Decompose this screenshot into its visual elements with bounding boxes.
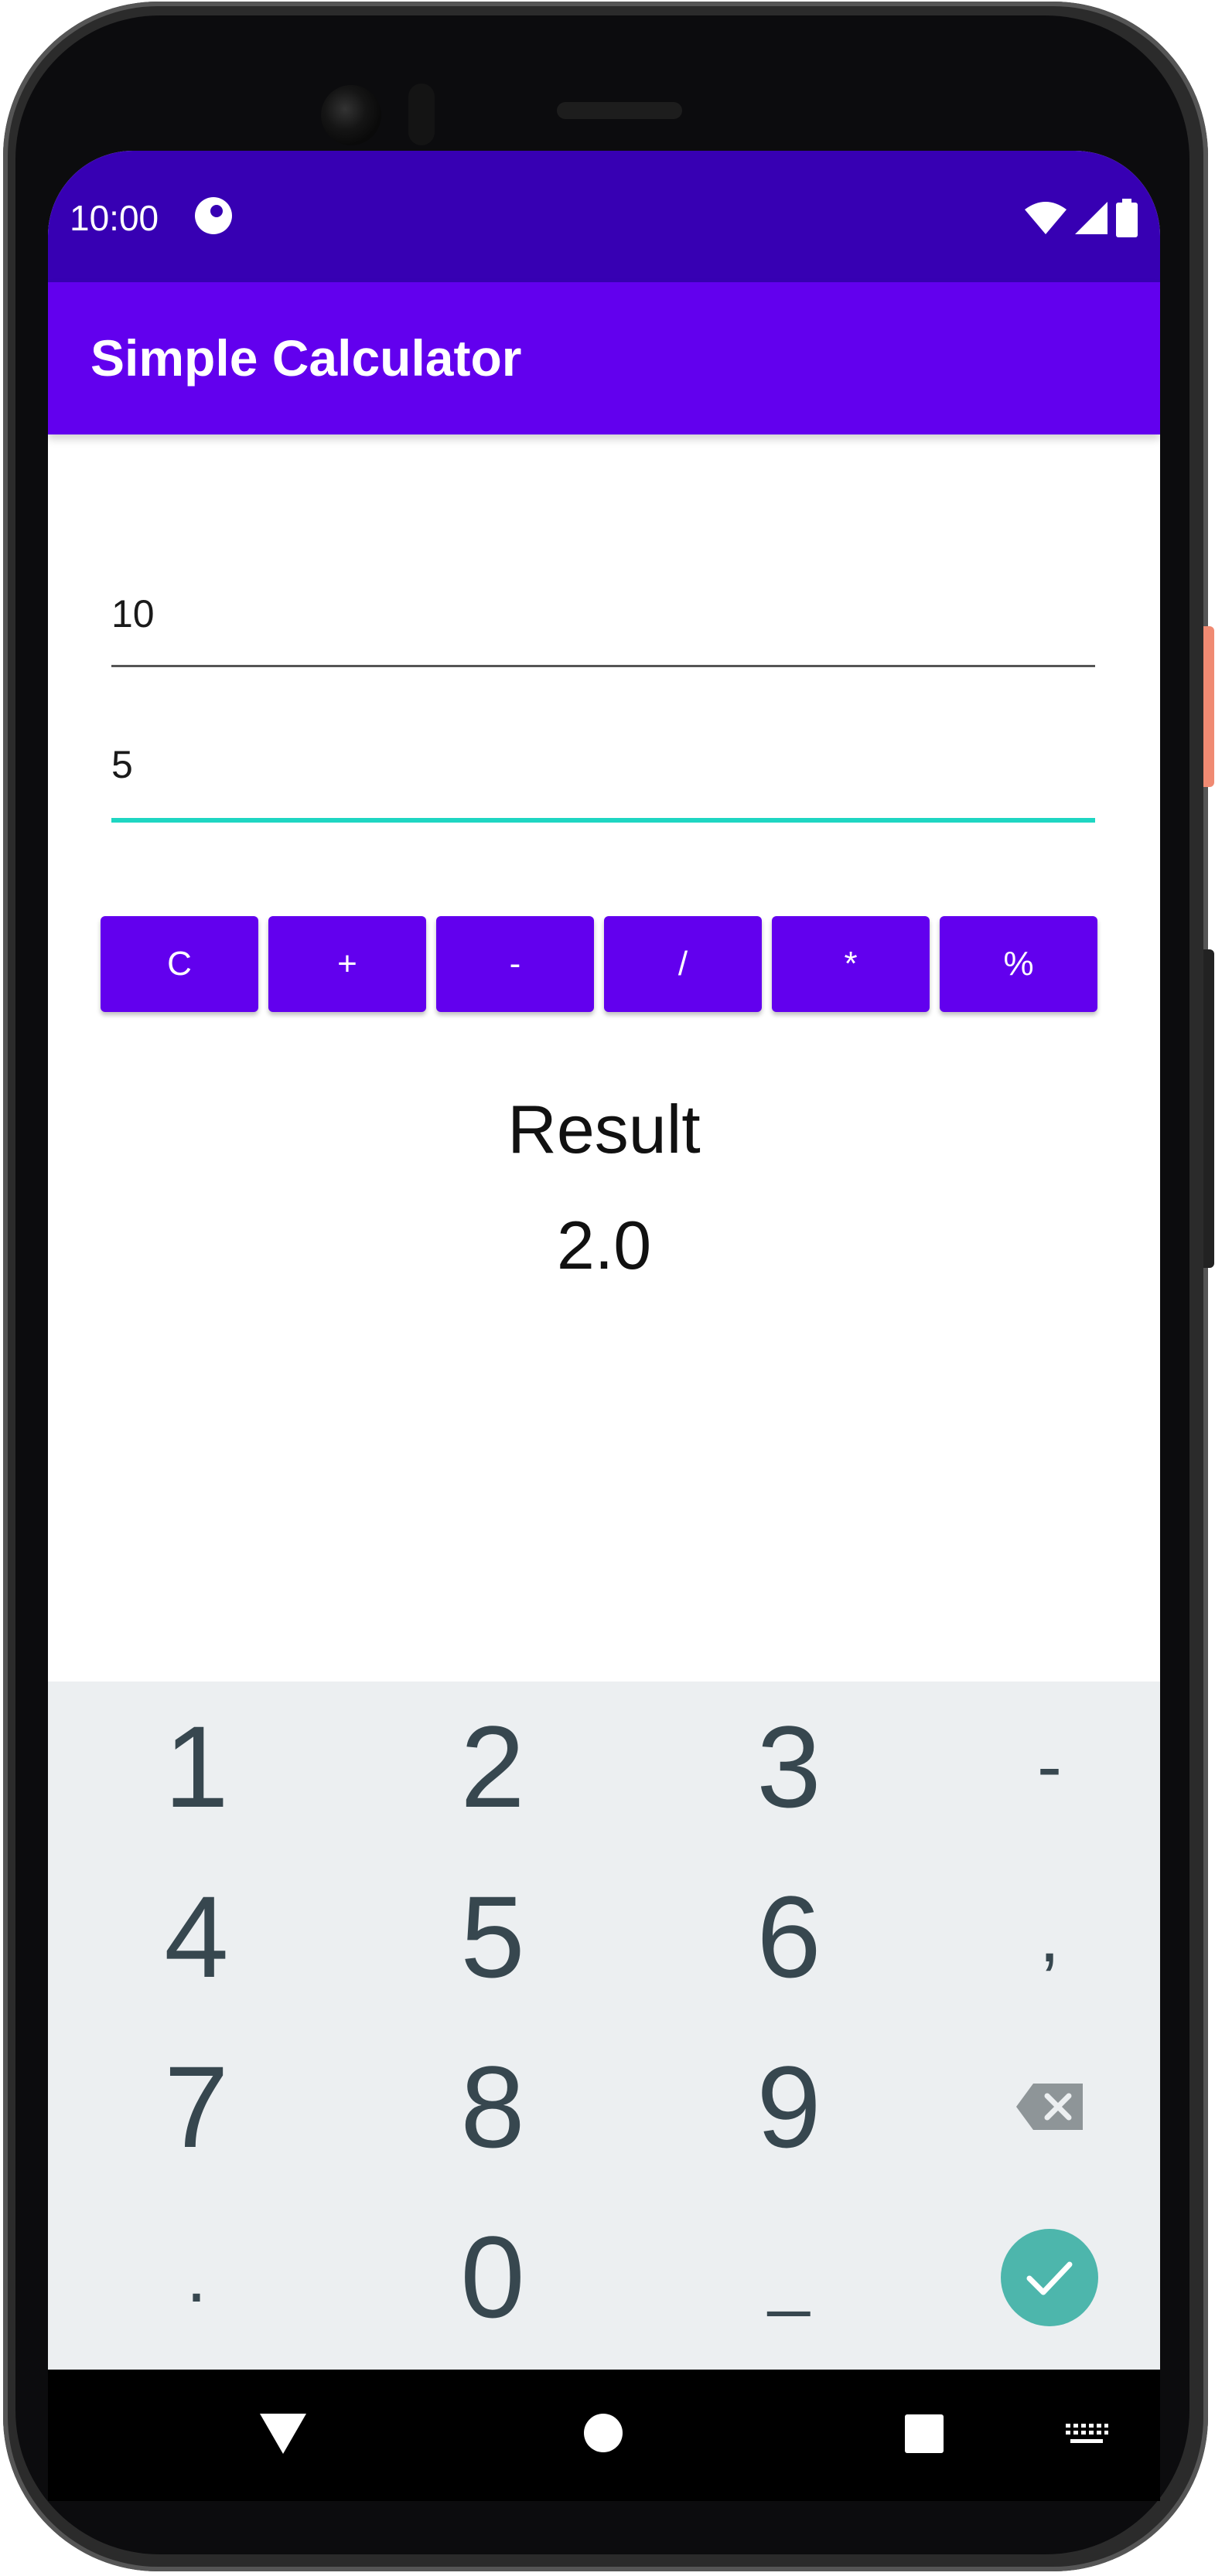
recents-icon[interactable] (903, 2413, 945, 2455)
battery-icon (1116, 199, 1138, 237)
backspace-icon (1016, 2084, 1083, 2130)
result-label: Result (507, 1091, 701, 1167)
wifi-icon (1025, 202, 1067, 234)
back-icon[interactable] (258, 2412, 308, 2455)
keyboard-switch-icon[interactable] (1064, 2422, 1109, 2452)
backspace-key[interactable] (933, 2029, 1160, 2184)
second-number-value: 5 (111, 743, 133, 786)
key-6[interactable]: 6 (673, 1859, 905, 2014)
numeric-keyboard: 1 2 3 - 4 5 6 , 7 8 9 . 0 _ (48, 1682, 1160, 2370)
key-9[interactable]: 9 (673, 2029, 905, 2184)
screen: 10:00 Simple Calculator 10 5 C + - / * %… (48, 151, 1160, 2370)
sensor (408, 83, 435, 145)
key-1[interactable]: 1 (80, 1689, 312, 1844)
first-number-value: 10 (111, 592, 155, 635)
modulo-button[interactable]: % (940, 916, 1097, 1012)
key-comma[interactable]: , (933, 1859, 1160, 2014)
app-title: Simple Calculator (90, 329, 522, 387)
key-underscore[interactable]: _ (673, 2199, 905, 2354)
signal-icon (1074, 202, 1107, 234)
key-minus[interactable]: - (933, 1689, 1160, 1844)
first-number-field[interactable]: 10 (111, 591, 1095, 669)
operations-row: C + - / * % (101, 916, 1106, 1015)
key-0[interactable]: 0 (377, 2199, 609, 2354)
camera-icon (321, 85, 381, 145)
add-button[interactable]: + (268, 916, 426, 1012)
speaker (557, 102, 682, 119)
field-underline-focused (111, 818, 1095, 823)
key-2[interactable]: 2 (377, 1689, 609, 1844)
app-notification-icon (195, 197, 232, 234)
volume-button (1203, 949, 1214, 1268)
key-5[interactable]: 5 (377, 1859, 609, 2014)
clear-button[interactable]: C (101, 916, 258, 1012)
second-number-field[interactable]: 5 (111, 742, 1095, 827)
enter-key[interactable] (1001, 2229, 1098, 2326)
power-button (1203, 626, 1214, 787)
subtract-button[interactable]: - (436, 916, 594, 1012)
navigation-bar (48, 2370, 1160, 2501)
key-7[interactable]: 7 (80, 2029, 312, 2184)
multiply-button[interactable]: * (772, 916, 930, 1012)
home-icon[interactable] (583, 2413, 623, 2453)
app-bar: Simple Calculator (48, 282, 1160, 434)
result-value: 2.0 (556, 1207, 652, 1283)
key-4[interactable]: 4 (80, 1859, 312, 2014)
enter-check-icon (1026, 2261, 1073, 2295)
key-8[interactable]: 8 (377, 2029, 609, 2184)
status-icons (1023, 199, 1140, 237)
status-bar: 10:00 (48, 151, 1160, 282)
key-3[interactable]: 3 (673, 1689, 905, 1844)
status-time: 10:00 (70, 198, 159, 238)
field-underline (111, 665, 1095, 667)
key-period[interactable]: . (80, 2199, 312, 2354)
divide-button[interactable]: / (604, 916, 762, 1012)
